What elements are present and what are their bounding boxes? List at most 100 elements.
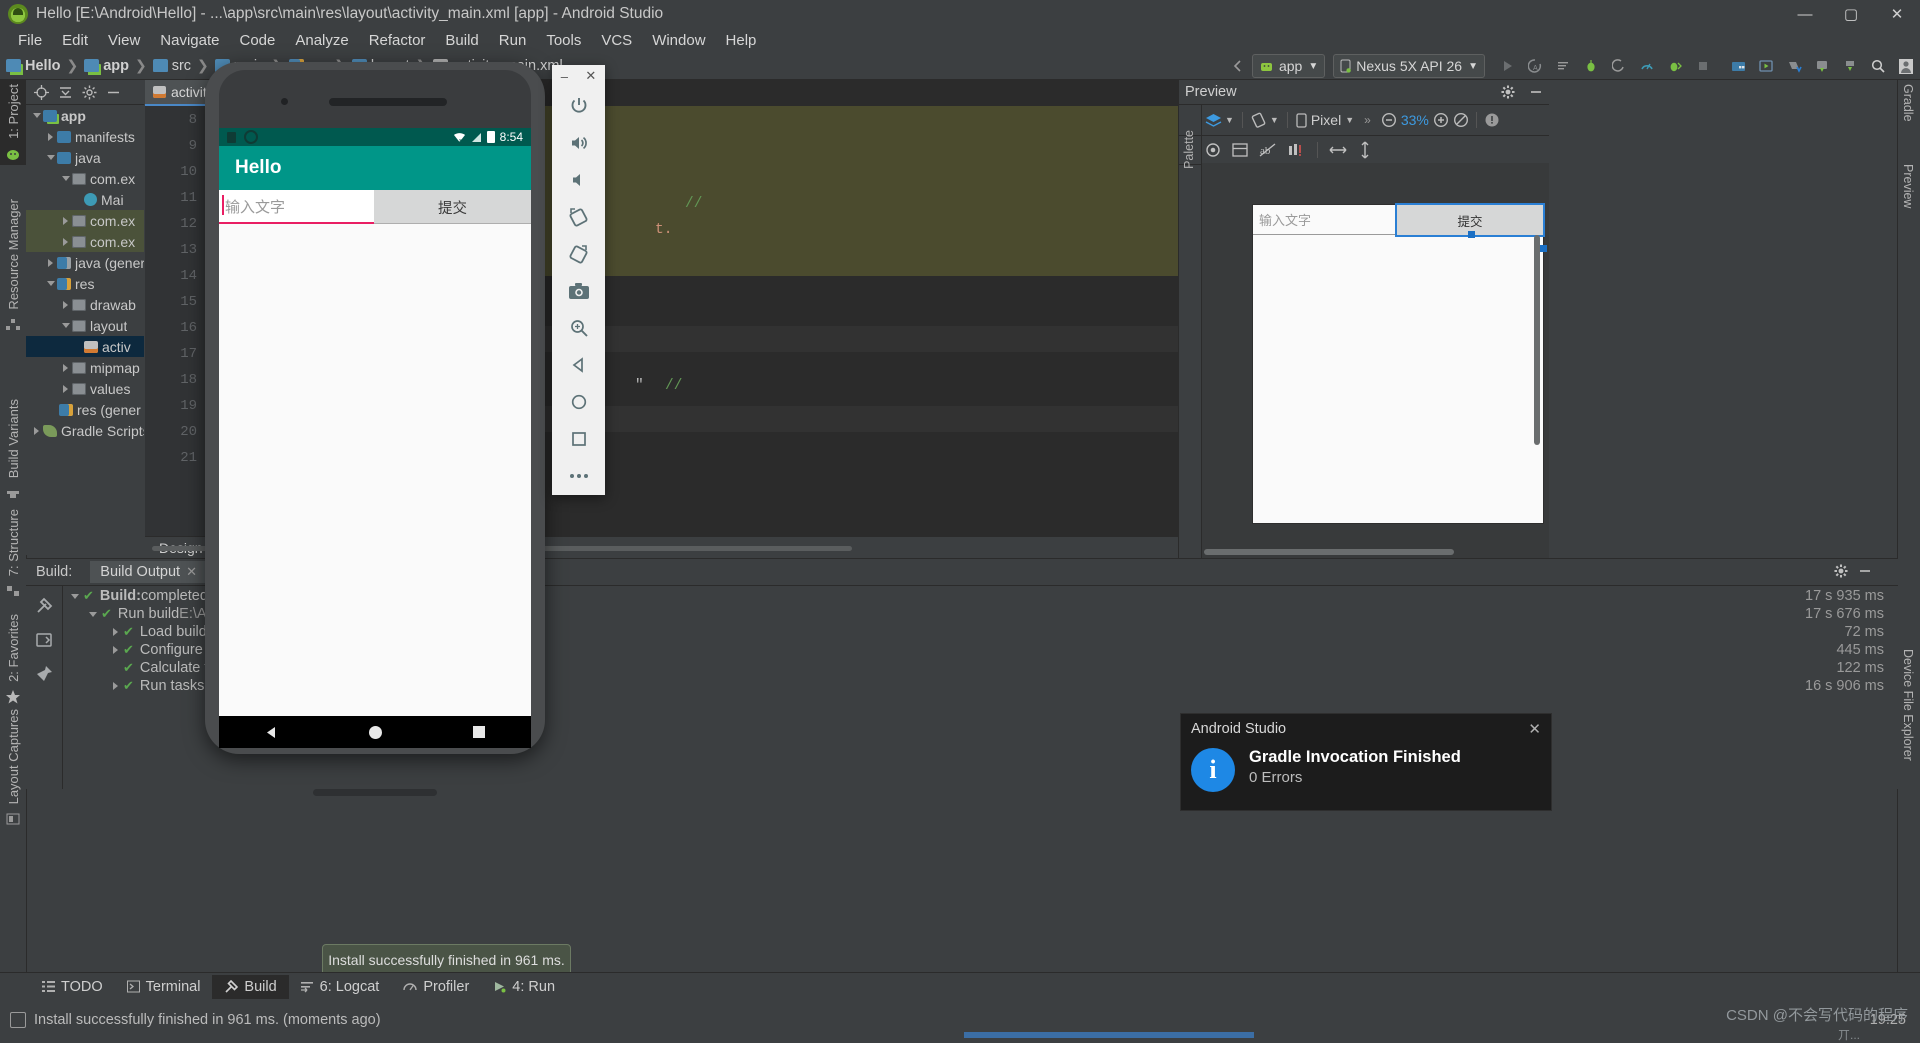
orientation-selector[interactable]: ▼ bbox=[1251, 112, 1279, 128]
settings-icon[interactable] bbox=[82, 85, 97, 100]
nav-back-icon[interactable] bbox=[263, 724, 280, 741]
download-icon[interactable] bbox=[1837, 53, 1863, 79]
breadcrumb-app[interactable]: app bbox=[84, 58, 129, 74]
disclosure-arrow[interactable] bbox=[59, 237, 72, 246]
sidebar-item-device-file-explorer[interactable]: Device File Explorer bbox=[1898, 645, 1920, 765]
tab-logcat[interactable]: 6: Logcat bbox=[289, 975, 392, 999]
tree-item-gradle-scripts[interactable]: Gradle Scripts bbox=[26, 420, 144, 441]
search-icon[interactable] bbox=[1865, 53, 1891, 79]
menu-navigate[interactable]: Navigate bbox=[150, 30, 229, 51]
menu-run[interactable]: Run bbox=[489, 30, 537, 51]
overflow-chevron-icon[interactable]: » bbox=[1364, 113, 1371, 127]
zoom-out-icon[interactable] bbox=[1381, 112, 1397, 128]
sdk-manager-icon[interactable] bbox=[1725, 53, 1751, 79]
tree-item-mainactivity[interactable]: Mai bbox=[26, 189, 144, 210]
sidebar-item-build-variants[interactable]: Build Variants bbox=[0, 395, 26, 504]
nav-home-icon[interactable] bbox=[367, 724, 384, 741]
disclosure-arrow[interactable] bbox=[44, 258, 57, 267]
hide-panel-icon[interactable] bbox=[106, 85, 121, 100]
rerun-hammer-icon[interactable] bbox=[35, 597, 53, 615]
collapse-all-icon[interactable] bbox=[58, 85, 73, 100]
run-with-coverage-icon[interactable] bbox=[1662, 53, 1688, 79]
preview-device-surface[interactable]: 输入文字 提交 bbox=[1253, 203, 1547, 523]
sync-gradle-icon[interactable] bbox=[1809, 53, 1835, 79]
tree-item-mipmap[interactable]: mipmap bbox=[26, 357, 144, 378]
tree-item-package-2[interactable]: com.ex bbox=[26, 210, 144, 231]
module-selector[interactable]: app ▼ bbox=[1251, 54, 1326, 78]
tree-item-activity-main-xml[interactable]: activ bbox=[26, 336, 144, 357]
toggle-console-icon[interactable] bbox=[35, 631, 53, 649]
tree-item-package-3[interactable]: com.ex bbox=[26, 231, 144, 252]
resize-handle-bottom[interactable] bbox=[1468, 231, 1475, 238]
preview-canvas[interactable]: 输入文字 提交 bbox=[1202, 163, 1549, 558]
clear-constraints-icon[interactable] bbox=[1288, 142, 1306, 158]
zoom-icon[interactable] bbox=[561, 310, 597, 346]
attach-debugger-icon[interactable] bbox=[1606, 53, 1632, 79]
screenshot-camera-icon[interactable] bbox=[561, 273, 597, 309]
disclosure-arrow[interactable] bbox=[30, 113, 43, 118]
show-blueprint-icon[interactable] bbox=[1205, 142, 1221, 158]
menu-file[interactable]: File bbox=[8, 30, 52, 51]
run-button-icon[interactable] bbox=[1494, 53, 1520, 79]
maximize-button[interactable]: ▢ bbox=[1828, 0, 1874, 28]
menu-refactor[interactable]: Refactor bbox=[359, 30, 436, 51]
tree-item-package-1[interactable]: com.ex bbox=[26, 168, 144, 189]
stop-icon[interactable] bbox=[1690, 53, 1716, 79]
disclosure-arrow[interactable] bbox=[59, 216, 72, 225]
more-icon[interactable] bbox=[561, 458, 597, 494]
apply-code-changes-icon[interactable] bbox=[1550, 53, 1576, 79]
tree-item-java-generated[interactable]: java (gener bbox=[26, 252, 144, 273]
tree-item-drawable[interactable]: drawab bbox=[26, 294, 144, 315]
tab-run[interactable]: 4: Run bbox=[481, 975, 567, 999]
sidebar-item-gradle[interactable]: Gradle bbox=[1898, 80, 1920, 126]
sidebar-item-project[interactable]: 1: Project bbox=[0, 80, 26, 165]
sidebar-item-layout-captures[interactable]: Layout Captures bbox=[0, 705, 26, 830]
menu-tools[interactable]: Tools bbox=[536, 30, 591, 51]
disclosure-arrow[interactable] bbox=[59, 176, 72, 181]
tab-todo[interactable]: TODO bbox=[30, 975, 115, 999]
disclosure-arrow[interactable] bbox=[107, 682, 123, 690]
preview-linear-layout[interactable]: 输入文字 提交 bbox=[1253, 203, 1545, 237]
volume-down-icon[interactable] bbox=[561, 162, 597, 198]
tab-build[interactable]: Build bbox=[212, 974, 289, 999]
overview-icon[interactable] bbox=[561, 421, 597, 457]
resize-handle-right[interactable] bbox=[1540, 245, 1547, 252]
close-icon[interactable]: ✕ bbox=[186, 564, 197, 580]
warning-count-icon[interactable] bbox=[1484, 112, 1500, 128]
emulator-toolbar-minimize-button[interactable]: – bbox=[561, 69, 568, 84]
menu-edit[interactable]: Edit bbox=[52, 30, 98, 51]
disclosure-arrow[interactable] bbox=[44, 281, 57, 286]
sidebar-item-structure[interactable]: 7: Structure bbox=[0, 505, 26, 602]
tree-item-app[interactable]: app bbox=[26, 105, 144, 126]
zoom-in-icon[interactable] bbox=[1433, 112, 1449, 128]
close-button[interactable]: ✕ bbox=[1874, 0, 1920, 28]
menu-window[interactable]: Window bbox=[642, 30, 715, 51]
menu-analyze[interactable]: Analyze bbox=[285, 30, 358, 51]
tree-item-manifests[interactable]: manifests bbox=[26, 126, 144, 147]
disclosure-arrow[interactable] bbox=[59, 300, 72, 309]
close-icon[interactable]: ✕ bbox=[1528, 720, 1541, 738]
tab-profiler[interactable]: Profiler bbox=[391, 975, 481, 999]
tree-item-res-generated[interactable]: res (gener bbox=[26, 399, 144, 420]
debug-icon[interactable] bbox=[1578, 53, 1604, 79]
horizontal-guideline-icon[interactable] bbox=[1329, 143, 1347, 157]
android-emulator-window[interactable]: x 8:54 Hello 输入文字 提交 bbox=[205, 62, 545, 796]
back-nav-icon[interactable] bbox=[1225, 53, 1251, 79]
disclosure-arrow[interactable] bbox=[107, 646, 123, 654]
emulator-screen[interactable]: x 8:54 Hello 输入文字 提交 bbox=[219, 128, 531, 748]
rotate-right-icon[interactable] bbox=[561, 236, 597, 272]
preview-device-vscrollbar[interactable] bbox=[1534, 235, 1540, 445]
zoom-fit-icon[interactable] bbox=[1453, 112, 1469, 128]
user-avatar-icon[interactable] bbox=[1893, 53, 1919, 79]
show-constraints-icon[interactable] bbox=[1232, 143, 1248, 157]
device-selector-preview[interactable]: Pixel ▼ bbox=[1296, 112, 1354, 128]
volume-up-icon[interactable] bbox=[561, 125, 597, 161]
tree-item-values[interactable]: values bbox=[26, 378, 144, 399]
menu-build[interactable]: Build bbox=[435, 30, 488, 51]
preview-canvas-hscrollbar[interactable] bbox=[1204, 549, 1454, 555]
design-mode-selector[interactable]: ▼ bbox=[1205, 113, 1234, 128]
rotate-left-icon[interactable] bbox=[561, 199, 597, 235]
apply-changes-icon[interactable]: A bbox=[1522, 53, 1548, 79]
avd-run-icon[interactable] bbox=[1781, 53, 1807, 79]
disclosure-arrow[interactable] bbox=[44, 155, 57, 160]
